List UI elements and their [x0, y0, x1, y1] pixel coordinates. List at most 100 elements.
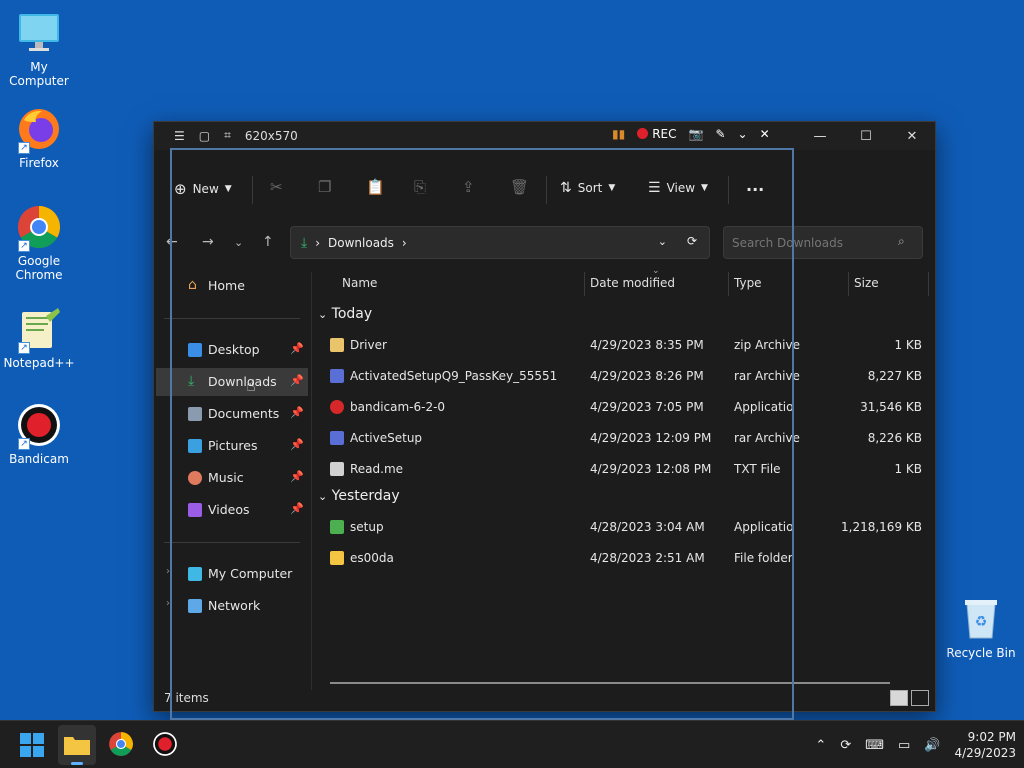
file-row[interactable]: ActivatedSetupQ9_PassKey_55551 4/29/2023…: [312, 365, 936, 389]
rename-icon[interactable]: ⎘: [414, 178, 426, 196]
file-row[interactable]: ActiveSetup 4/29/2023 12:09 PM rar Archi…: [312, 427, 936, 451]
shortcut-arrow-icon: ↗: [18, 342, 30, 354]
forward-arrow-icon[interactable]: →: [202, 234, 214, 250]
column-header-type[interactable]: Type: [734, 276, 762, 290]
network-icon: [188, 599, 202, 613]
pencil-icon[interactable]: ✎: [715, 127, 725, 141]
copy-icon[interactable]: ❐: [318, 178, 331, 196]
desktop-icon-my-computer[interactable]: My Computer: [0, 10, 78, 88]
start-button[interactable]: [18, 731, 46, 759]
address-dropdown-icon[interactable]: ⌄: [658, 235, 667, 248]
column-header-date[interactable]: Date modified: [590, 276, 675, 290]
desktop-icon-recycle-bin[interactable]: ♻ Recycle Bin: [941, 596, 1021, 660]
recent-chevron-icon[interactable]: ⌄: [234, 236, 243, 249]
pin-icon[interactable]: 📌: [290, 342, 304, 355]
sort-button[interactable]: ⇅ Sort ▼: [560, 180, 615, 196]
pause-icon[interactable]: ▮▮: [612, 127, 625, 141]
file-name: ActiveSetup: [350, 431, 423, 445]
close-button[interactable]: ✕: [889, 122, 935, 150]
refresh-icon[interactable]: ⟳: [687, 234, 697, 248]
paste-icon[interactable]: 📋: [366, 178, 385, 196]
file-row[interactable]: Driver 4/29/2023 8:35 PM zip Archive 1 K…: [312, 334, 936, 358]
collapse-icon[interactable]: ⌄: [738, 127, 748, 141]
sidebar-item-home[interactable]: ⌂ Home: [156, 272, 308, 300]
minimize-button[interactable]: —: [797, 122, 843, 150]
sidebar-item-downloads[interactable]: ⤓ Downloads 📌: [156, 368, 308, 396]
text-file-icon: [330, 462, 344, 476]
network-status-icon[interactable]: ▭: [898, 738, 910, 753]
column-header-name[interactable]: Name: [342, 276, 377, 290]
recorder-right-controls: ▮▮ REC 📷 ✎ ⌄ ✕: [612, 127, 770, 141]
pin-icon[interactable]: 📌: [290, 470, 304, 483]
update-icon[interactable]: ⟳: [840, 738, 851, 753]
view-label: View: [666, 181, 696, 195]
title-bar: ☰ ▢ ⌗ 620x570 ▮▮ REC 📷 ✎ ⌄ ✕ — ☐ ✕: [154, 122, 935, 150]
chrome-icon: [109, 732, 133, 756]
camera-icon[interactable]: 📷: [689, 127, 704, 141]
view-button[interactable]: ☰ View ▼: [648, 180, 708, 196]
pin-icon[interactable]: 📌: [290, 406, 304, 419]
taskbar-file-explorer[interactable]: [58, 725, 96, 765]
pin-icon[interactable]: 📌: [290, 438, 304, 451]
file-size: 8,227 KB: [867, 369, 922, 383]
group-header-today[interactable]: ⌄ Today: [318, 306, 372, 322]
expand-chevron-icon[interactable]: ›: [166, 598, 170, 609]
taskbar-bandicam[interactable]: [152, 731, 180, 759]
address-bar[interactable]: ⤓ › Downloads › ⌄ ⟳: [290, 226, 710, 259]
sort-icon: ⇅: [560, 180, 572, 196]
file-date: 4/29/2023 7:05 PM: [590, 400, 704, 414]
details-view-button[interactable]: [890, 690, 908, 706]
file-date: 4/29/2023 8:26 PM: [590, 369, 704, 383]
sidebar-item-my-computer[interactable]: › My Computer: [156, 560, 308, 588]
pin-icon[interactable]: 📌: [290, 502, 304, 515]
target-size-icon[interactable]: ⌗: [224, 128, 231, 143]
desktop-icon-chrome[interactable]: ↗ Google Chrome: [0, 204, 78, 282]
up-arrow-icon[interactable]: ↑: [262, 234, 274, 250]
menu-icon[interactable]: ☰: [174, 129, 185, 143]
file-row[interactable]: setup 4/28/2023 3:04 AM Application 1,21…: [312, 516, 936, 540]
group-header-yesterday[interactable]: ⌄ Yesterday: [318, 488, 400, 504]
windows-logo-icon: [20, 733, 44, 757]
desktop-icon-bandicam[interactable]: ↗ Bandicam: [0, 402, 78, 466]
more-options-button[interactable]: ...: [746, 176, 764, 195]
sidebar-item-music[interactable]: Music 📌: [156, 464, 308, 492]
file-row[interactable]: es00da 4/28/2023 2:51 AM File folder: [312, 547, 936, 571]
sidebar-item-desktop[interactable]: Desktop 📌: [156, 336, 308, 364]
cut-icon[interactable]: ✂: [270, 178, 283, 196]
record-button[interactable]: REC: [637, 127, 677, 141]
clock-date: 4/29/2023: [954, 746, 1016, 760]
breadcrumb-downloads[interactable]: Downloads: [328, 236, 394, 250]
volume-icon[interactable]: 🔊: [924, 738, 940, 753]
tiles-view-button[interactable]: [911, 690, 929, 706]
fullscreen-icon[interactable]: ▢: [199, 129, 210, 143]
show-hidden-icons-chevron[interactable]: ⌃: [815, 738, 826, 753]
back-arrow-icon[interactable]: ←: [166, 234, 178, 250]
maximize-button[interactable]: ☐: [843, 122, 889, 150]
horizontal-scrollbar[interactable]: [330, 682, 890, 684]
desktop-icon-firefox[interactable]: ↗ Firefox: [0, 106, 78, 170]
file-type: zip Archive: [734, 338, 800, 352]
file-name: Driver: [350, 338, 387, 352]
delete-icon[interactable]: 🗑: [510, 178, 529, 196]
column-header-size[interactable]: Size: [854, 276, 879, 290]
clock[interactable]: 9:02 PM 4/29/2023: [954, 729, 1016, 761]
desktop-icon-notepadpp[interactable]: ↗ Notepad++: [0, 306, 78, 370]
file-row[interactable]: Read.me 4/29/2023 12:08 PM TXT File 1 KB: [312, 458, 936, 482]
taskbar-chrome[interactable]: [108, 731, 136, 759]
file-type: Application: [734, 400, 794, 414]
new-button[interactable]: ⊕ New ▼: [174, 180, 232, 198]
sidebar-item-documents[interactable]: Documents 📌: [156, 400, 308, 428]
search-input[interactable]: [723, 226, 923, 259]
sidebar-item-network[interactable]: › Network: [156, 592, 308, 620]
folder-icon: [64, 737, 90, 755]
sidebar-item-pictures[interactable]: Pictures 📌: [156, 432, 308, 460]
share-icon[interactable]: ⇪: [462, 178, 475, 196]
sidebar-item-videos[interactable]: Videos 📌: [156, 496, 308, 524]
search-icon: ⌕: [898, 234, 905, 248]
keyboard-icon[interactable]: ⌨: [865, 738, 884, 753]
file-row[interactable]: bandicam-6-2-0 4/29/2023 7:05 PM Applica…: [312, 396, 936, 420]
expand-chevron-icon[interactable]: ›: [166, 566, 170, 577]
pin-icon[interactable]: 📌: [290, 374, 304, 387]
file-name: bandicam-6-2-0: [350, 400, 446, 414]
recorder-close-icon[interactable]: ✕: [760, 127, 770, 141]
